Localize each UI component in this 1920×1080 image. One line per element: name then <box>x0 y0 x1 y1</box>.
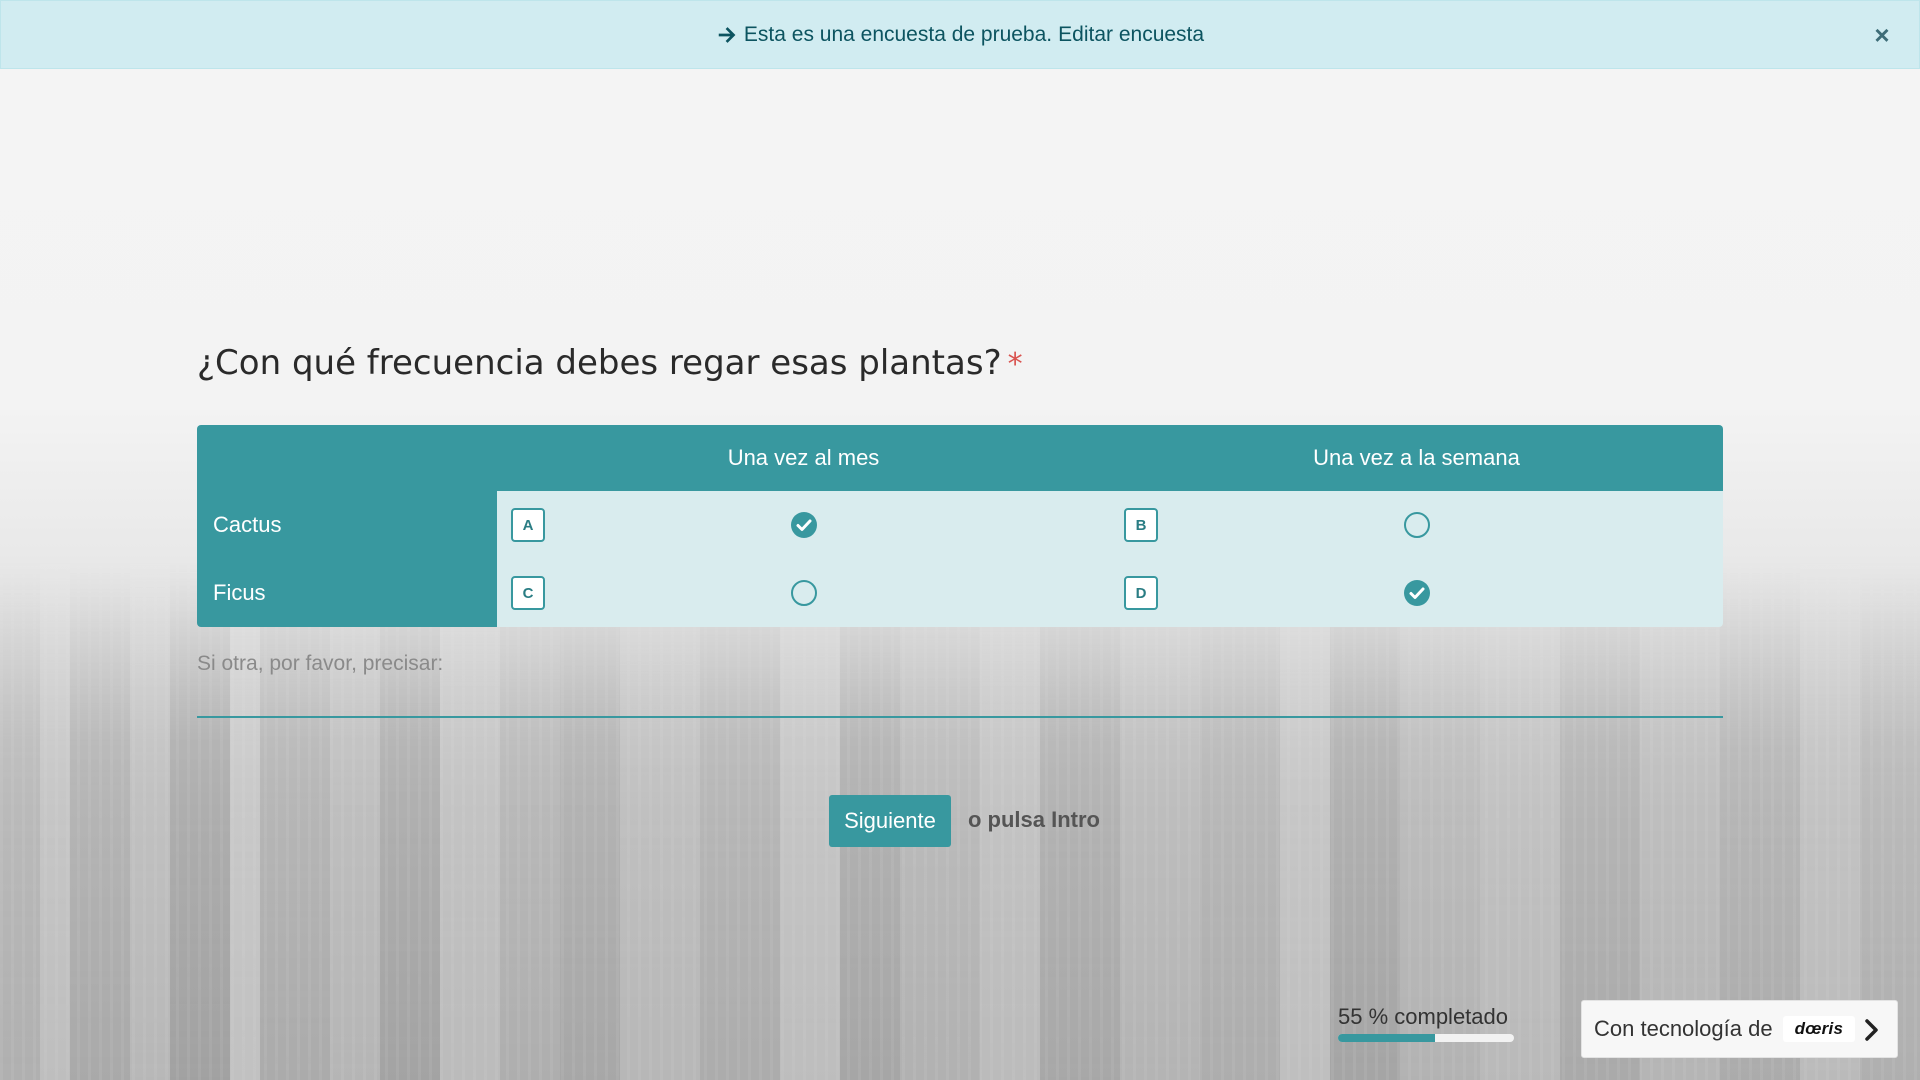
banner-message: Esta es una encuesta de prueba. <box>743 22 1053 46</box>
column-header-weekly: Una vez a la semana <box>1313 445 1520 470</box>
question-text: ¿Con qué frecuencia debes regar esas pla… <box>197 343 1002 383</box>
other-field-label: Si otra, por favor, precisar: <box>197 652 444 675</box>
brand-logo: dœris <box>1782 1016 1856 1042</box>
matrix-cell-b[interactable]: B <box>1110 491 1723 559</box>
chevron-right-icon <box>1865 1019 1878 1041</box>
enter-key-hint: o pulsa Intro <box>968 807 1100 832</box>
powered-by-link[interactable]: Con tecnología de dœris <box>1581 1000 1898 1058</box>
matrix-header: Una vez al mes Una vez a la semana <box>197 425 1723 491</box>
arrow-right-icon <box>718 26 736 43</box>
radio-unchecked-icon <box>790 580 817 606</box>
required-mark: * <box>1007 347 1023 382</box>
shortcut-key-badge: C <box>511 576 545 610</box>
row-label: Ficus <box>197 559 497 627</box>
progress-bar-fill <box>1338 1034 1435 1042</box>
powered-by-label: Con tecnología de <box>1594 1016 1773 1041</box>
radio-unchecked-icon <box>1403 512 1430 538</box>
shortcut-key-badge: D <box>1124 576 1158 610</box>
next-button[interactable]: Siguiente <box>829 795 951 847</box>
row-cells: A B <box>497 491 1723 559</box>
test-survey-banner: Esta es una encuesta de prueba. Editar e… <box>0 0 1920 69</box>
question-title: ¿Con qué frecuencia debes regar esas pla… <box>197 343 1023 383</box>
matrix-cell-a[interactable]: A <box>497 491 1110 559</box>
matrix-question: Una vez al mes Una vez a la semana Cactu… <box>197 425 1723 627</box>
progress-bar <box>1338 1034 1514 1042</box>
row-cells: C D <box>497 559 1723 627</box>
column-header-monthly: Una vez al mes <box>727 445 880 470</box>
row-label: Cactus <box>197 491 497 559</box>
radio-checked-icon <box>790 512 817 538</box>
close-icon[interactable]: × <box>1867 20 1897 50</box>
shortcut-key-badge: B <box>1124 508 1158 542</box>
radio-checked-icon <box>1403 580 1430 606</box>
progress-label: 55 % completado <box>1338 1004 1508 1029</box>
matrix-corner <box>197 425 497 491</box>
edit-survey-link[interactable]: Editar encuesta <box>1058 23 1204 47</box>
matrix-cell-d[interactable]: D <box>1110 559 1723 627</box>
other-text-field[interactable] <box>197 686 1723 718</box>
matrix-cell-c[interactable]: C <box>497 559 1110 627</box>
matrix-row-ficus: Ficus C D <box>197 559 1723 627</box>
matrix-row-cactus: Cactus A B <box>197 491 1723 559</box>
shortcut-key-badge: A <box>511 508 545 542</box>
